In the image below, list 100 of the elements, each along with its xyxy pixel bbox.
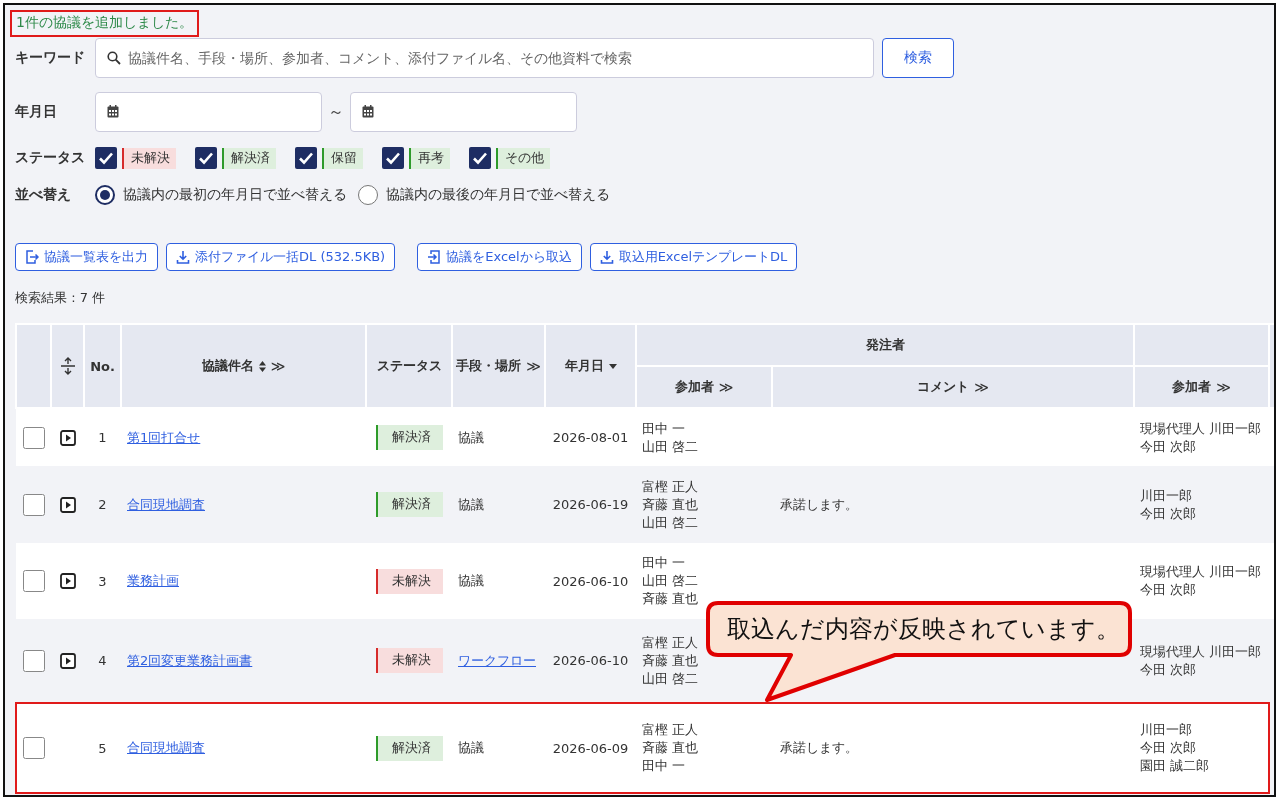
- status-badge: 解決済: [375, 492, 443, 517]
- row-number: 5: [84, 703, 121, 793]
- title-link[interactable]: 業務計画: [127, 573, 179, 588]
- expand-toggle[interactable]: ≫: [270, 358, 286, 374]
- date-field[interactable]: [95, 92, 322, 132]
- participant-name: 川田一郎: [1140, 721, 1193, 739]
- sort-icon[interactable]: [258, 360, 266, 372]
- expand-toggle[interactable]: ≫: [974, 379, 989, 395]
- table-cell: 協議: [458, 573, 484, 588]
- expand-toggle[interactable]: ≫: [718, 379, 734, 395]
- participant-name: 園田 誠二郎: [1140, 757, 1211, 775]
- expand-row-icon[interactable]: [59, 496, 76, 513]
- row-checkbox[interactable]: [23, 737, 45, 759]
- participant-name: 富樫 正人: [642, 633, 700, 652]
- radio-button[interactable]: [95, 185, 115, 205]
- expand-toggle[interactable]: ≫: [1216, 379, 1231, 395]
- title-link[interactable]: 第2回変更業務計画書: [127, 652, 253, 668]
- action-button[interactable]: 協議をExcelから取込: [417, 243, 582, 271]
- radio-label[interactable]: 協議内の最後の年月日で並べ替える: [386, 186, 610, 204]
- row-checkbox[interactable]: [22, 570, 45, 592]
- title-link[interactable]: 合同現地調査: [127, 740, 205, 755]
- comment-text: 承諾します。: [780, 740, 858, 755]
- download-icon: [176, 250, 190, 264]
- column-header[interactable]: ステータス: [366, 324, 452, 408]
- sort-descending-icon[interactable]: [608, 363, 617, 369]
- calendar-icon: [362, 105, 374, 118]
- status-tag: 保留: [322, 147, 363, 169]
- table-cell: 2026-06-19: [545, 466, 636, 543]
- checkbox[interactable]: [95, 147, 117, 169]
- column-header[interactable]: 協議件名 ≫: [121, 324, 366, 408]
- search-button[interactable]: 検索: [882, 38, 954, 78]
- status-tag: 解決済: [222, 147, 276, 169]
- table-cell: 2026-06-09: [545, 703, 636, 793]
- checkbox[interactable]: [382, 147, 404, 169]
- participant-name: 今田 次郎: [1140, 739, 1198, 757]
- participant-name: 田中 一: [642, 419, 687, 438]
- row-number: 2: [84, 466, 121, 543]
- row-number: 3: [84, 543, 121, 619]
- participant-name: 富樫 正人: [642, 477, 700, 496]
- status-badge: 解決済: [375, 735, 443, 761]
- status-tag: 再考: [409, 147, 450, 169]
- action-button[interactable]: 添付ファイル一括DL (532.5KB): [166, 243, 396, 271]
- radio-label[interactable]: 協議内の最初の年月日で並べ替える: [123, 186, 347, 204]
- radio-button[interactable]: [358, 185, 378, 205]
- row-number: 1: [84, 408, 121, 466]
- result-count: 検索結果 : 7 件: [15, 289, 107, 307]
- date-field[interactable]: [350, 92, 577, 132]
- status-badge: 未解決: [375, 568, 443, 594]
- expand-row-icon[interactable]: [59, 652, 76, 669]
- expand-row-icon[interactable]: [59, 429, 76, 446]
- participant-name: 今田 次郎: [1140, 660, 1198, 679]
- participant-name: 現場代理人 川田一郎: [1140, 642, 1263, 661]
- expand-all-icon[interactable]: [60, 357, 75, 375]
- status-badge: 解決済: [375, 425, 443, 450]
- column-header[interactable]: No.: [84, 324, 121, 408]
- success-message: 1件の協議を追加しました。: [10, 10, 199, 37]
- title-link[interactable]: 合同現地調査: [127, 496, 205, 512]
- group-header: 発注者: [636, 324, 1134, 366]
- participant-name: 現場代理人 川田一郎: [1140, 563, 1263, 581]
- checkbox[interactable]: [195, 147, 217, 169]
- participant-name: 山田 啓二: [642, 669, 700, 688]
- range-separator: ～: [328, 101, 344, 123]
- participant-name: 今田 次郎: [1140, 437, 1198, 456]
- participant-name: 斉藤 直也: [642, 590, 700, 608]
- callout-text: 取込んだ内容が反映されています。: [727, 614, 1120, 645]
- table-cell: 2026-08-01: [545, 408, 636, 466]
- status-tag: 未解決: [122, 147, 176, 169]
- table-cell: 2026-06-10: [545, 543, 636, 619]
- field-label: 並べ替え: [15, 186, 72, 204]
- status-badge: 未解決: [375, 648, 443, 673]
- action-button[interactable]: 協議一覧表を出力: [15, 243, 158, 271]
- expand-toggle[interactable]: ≫: [526, 358, 541, 374]
- participant-name: 現場代理人 川田一郎: [1140, 419, 1263, 438]
- import-icon: [427, 250, 442, 264]
- export-icon: [25, 250, 39, 264]
- checkbox[interactable]: [469, 147, 491, 169]
- title-link[interactable]: 第1回打合せ: [127, 429, 201, 445]
- column-header[interactable]: 手段・場所 ≫: [452, 324, 545, 408]
- participant-name: 田中 一: [642, 757, 687, 775]
- table-cell: 協議: [458, 429, 484, 445]
- column-header[interactable]: コメント ≫: [772, 366, 1134, 408]
- row-checkbox[interactable]: [22, 649, 45, 672]
- participant-name: 斉藤 直也: [642, 651, 700, 670]
- search-field[interactable]: 協議件名、手段・場所、参加者、コメント、添付ファイル名、その他資料で検索: [95, 38, 874, 78]
- checkbox[interactable]: [295, 147, 317, 169]
- column-header[interactable]: 年月日: [545, 324, 636, 408]
- method-link[interactable]: ワークフロー: [458, 652, 536, 668]
- participant-name: 斉藤 直也: [642, 739, 700, 757]
- status-tag: その他: [496, 147, 550, 169]
- action-button[interactable]: 取込用ExcelテンプレートDL: [589, 243, 798, 271]
- expand-row-icon[interactable]: [59, 573, 76, 589]
- download-icon: [599, 250, 614, 264]
- column-header[interactable]: 参加者 ≫: [636, 366, 772, 408]
- row-checkbox[interactable]: [22, 426, 45, 449]
- field-label: 年月日: [15, 103, 58, 121]
- search-icon: [107, 51, 121, 65]
- row-checkbox[interactable]: [22, 493, 45, 516]
- participant-name: 今田 次郎: [1140, 504, 1198, 523]
- field-label: ステータス: [15, 149, 86, 167]
- column-header[interactable]: 参加者 ≫: [1134, 366, 1269, 408]
